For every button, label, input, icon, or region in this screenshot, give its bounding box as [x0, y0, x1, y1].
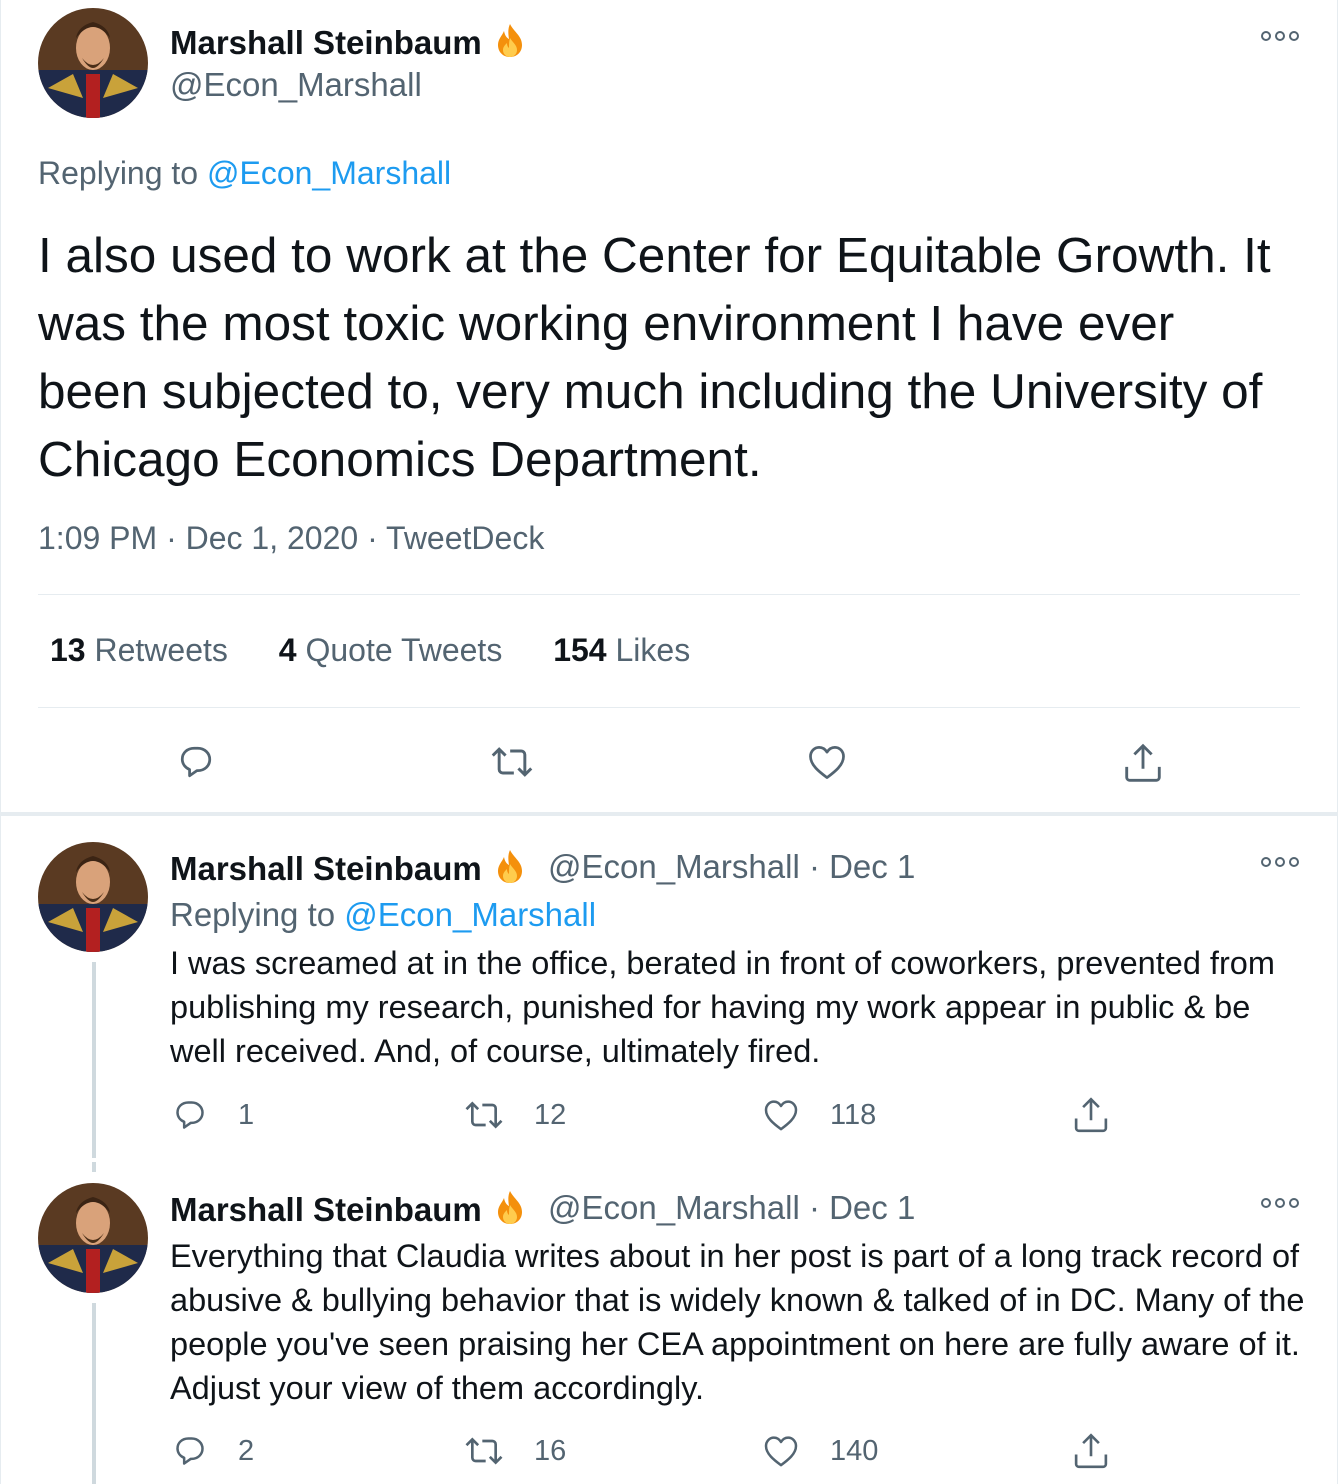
retweet-icon: [491, 747, 533, 777]
share-icon: [1074, 1433, 1108, 1469]
divider: [38, 707, 1300, 708]
tweet-stats: 13 Retweets 4 Quote Tweets 154 Likes: [50, 632, 732, 669]
like-button[interactable]: 140: [760, 1426, 878, 1476]
retweet-icon: [465, 1437, 503, 1465]
more-options-icon[interactable]: [1260, 1193, 1300, 1218]
fire-icon: [492, 848, 528, 892]
more-options-icon[interactable]: [1260, 26, 1300, 51]
reply-icon: [176, 1437, 204, 1465]
replying-to: Replying to @Econ_Marshall: [38, 155, 452, 191]
share-icon: [1125, 743, 1161, 782]
retweet-icon: [465, 1101, 503, 1129]
avatar[interactable]: [38, 842, 148, 952]
reply-author[interactable]: Marshall Steinbaum: [170, 1189, 528, 1233]
fire-icon: [492, 22, 528, 66]
fire-icon: [492, 1189, 528, 1233]
heart-icon: [764, 1100, 798, 1131]
like-button[interactable]: [804, 740, 850, 789]
quote-tweets-stat[interactable]: 4 Quote Tweets: [279, 632, 503, 668]
share-button[interactable]: [1070, 1426, 1140, 1476]
likes-stat[interactable]: 154 Likes: [553, 632, 690, 668]
reply-button[interactable]: [174, 740, 218, 789]
reply-icon: [176, 1101, 204, 1129]
reply-text: Everything that Claudia writes about in …: [170, 1238, 1305, 1406]
section-separator: [0, 812, 1338, 816]
replying-to-link[interactable]: @Econ_Marshall: [207, 155, 451, 191]
reply-action-bar: 2 16 140: [170, 1426, 1170, 1476]
author-handle[interactable]: @Econ_Marshall: [170, 66, 422, 104]
thread-line: [92, 962, 96, 1158]
retweet-button[interactable]: 12: [462, 1090, 566, 1140]
avatar[interactable]: [38, 1183, 148, 1293]
reply-author[interactable]: Marshall Steinbaum: [170, 848, 528, 892]
tweet-text: I also used to work at the Center for Eq…: [38, 228, 1271, 487]
like-button[interactable]: 118: [760, 1090, 876, 1140]
thread-line: [92, 1303, 96, 1484]
reply-button[interactable]: 2: [170, 1426, 254, 1476]
retweets-stat[interactable]: 13 Retweets: [50, 632, 228, 668]
heart-icon: [809, 745, 845, 779]
reply-icon: [180, 746, 212, 778]
author-name[interactable]: Marshall Steinbaum: [170, 22, 528, 66]
share-button[interactable]: [1070, 1090, 1140, 1140]
replying-to: Replying to @Econ_Marshall: [170, 896, 597, 933]
reply-action-bar: 1 12 118: [170, 1090, 1170, 1140]
reply-text: I was screamed at in the office, berated…: [170, 945, 1275, 1069]
share-icon: [1074, 1097, 1108, 1133]
avatar[interactable]: [38, 8, 148, 118]
heart-icon: [764, 1436, 798, 1467]
replying-to-link[interactable]: @Econ_Marshall: [344, 896, 596, 933]
divider: [38, 594, 1300, 595]
reply-handle-date[interactable]: @Econ_Marshall · Dec 1: [548, 1189, 915, 1227]
retweet-button[interactable]: 16: [462, 1426, 566, 1476]
thread-line: [92, 1162, 96, 1172]
retweet-button[interactable]: [488, 740, 536, 789]
tweet-timestamp[interactable]: 1:09 PM · Dec 1, 2020 · TweetDeck: [38, 520, 544, 557]
reply-button[interactable]: 1: [170, 1090, 254, 1140]
share-button[interactable]: [1120, 740, 1166, 791]
more-options-icon[interactable]: [1260, 852, 1300, 877]
reply-handle-date[interactable]: @Econ_Marshall · Dec 1: [548, 848, 915, 886]
